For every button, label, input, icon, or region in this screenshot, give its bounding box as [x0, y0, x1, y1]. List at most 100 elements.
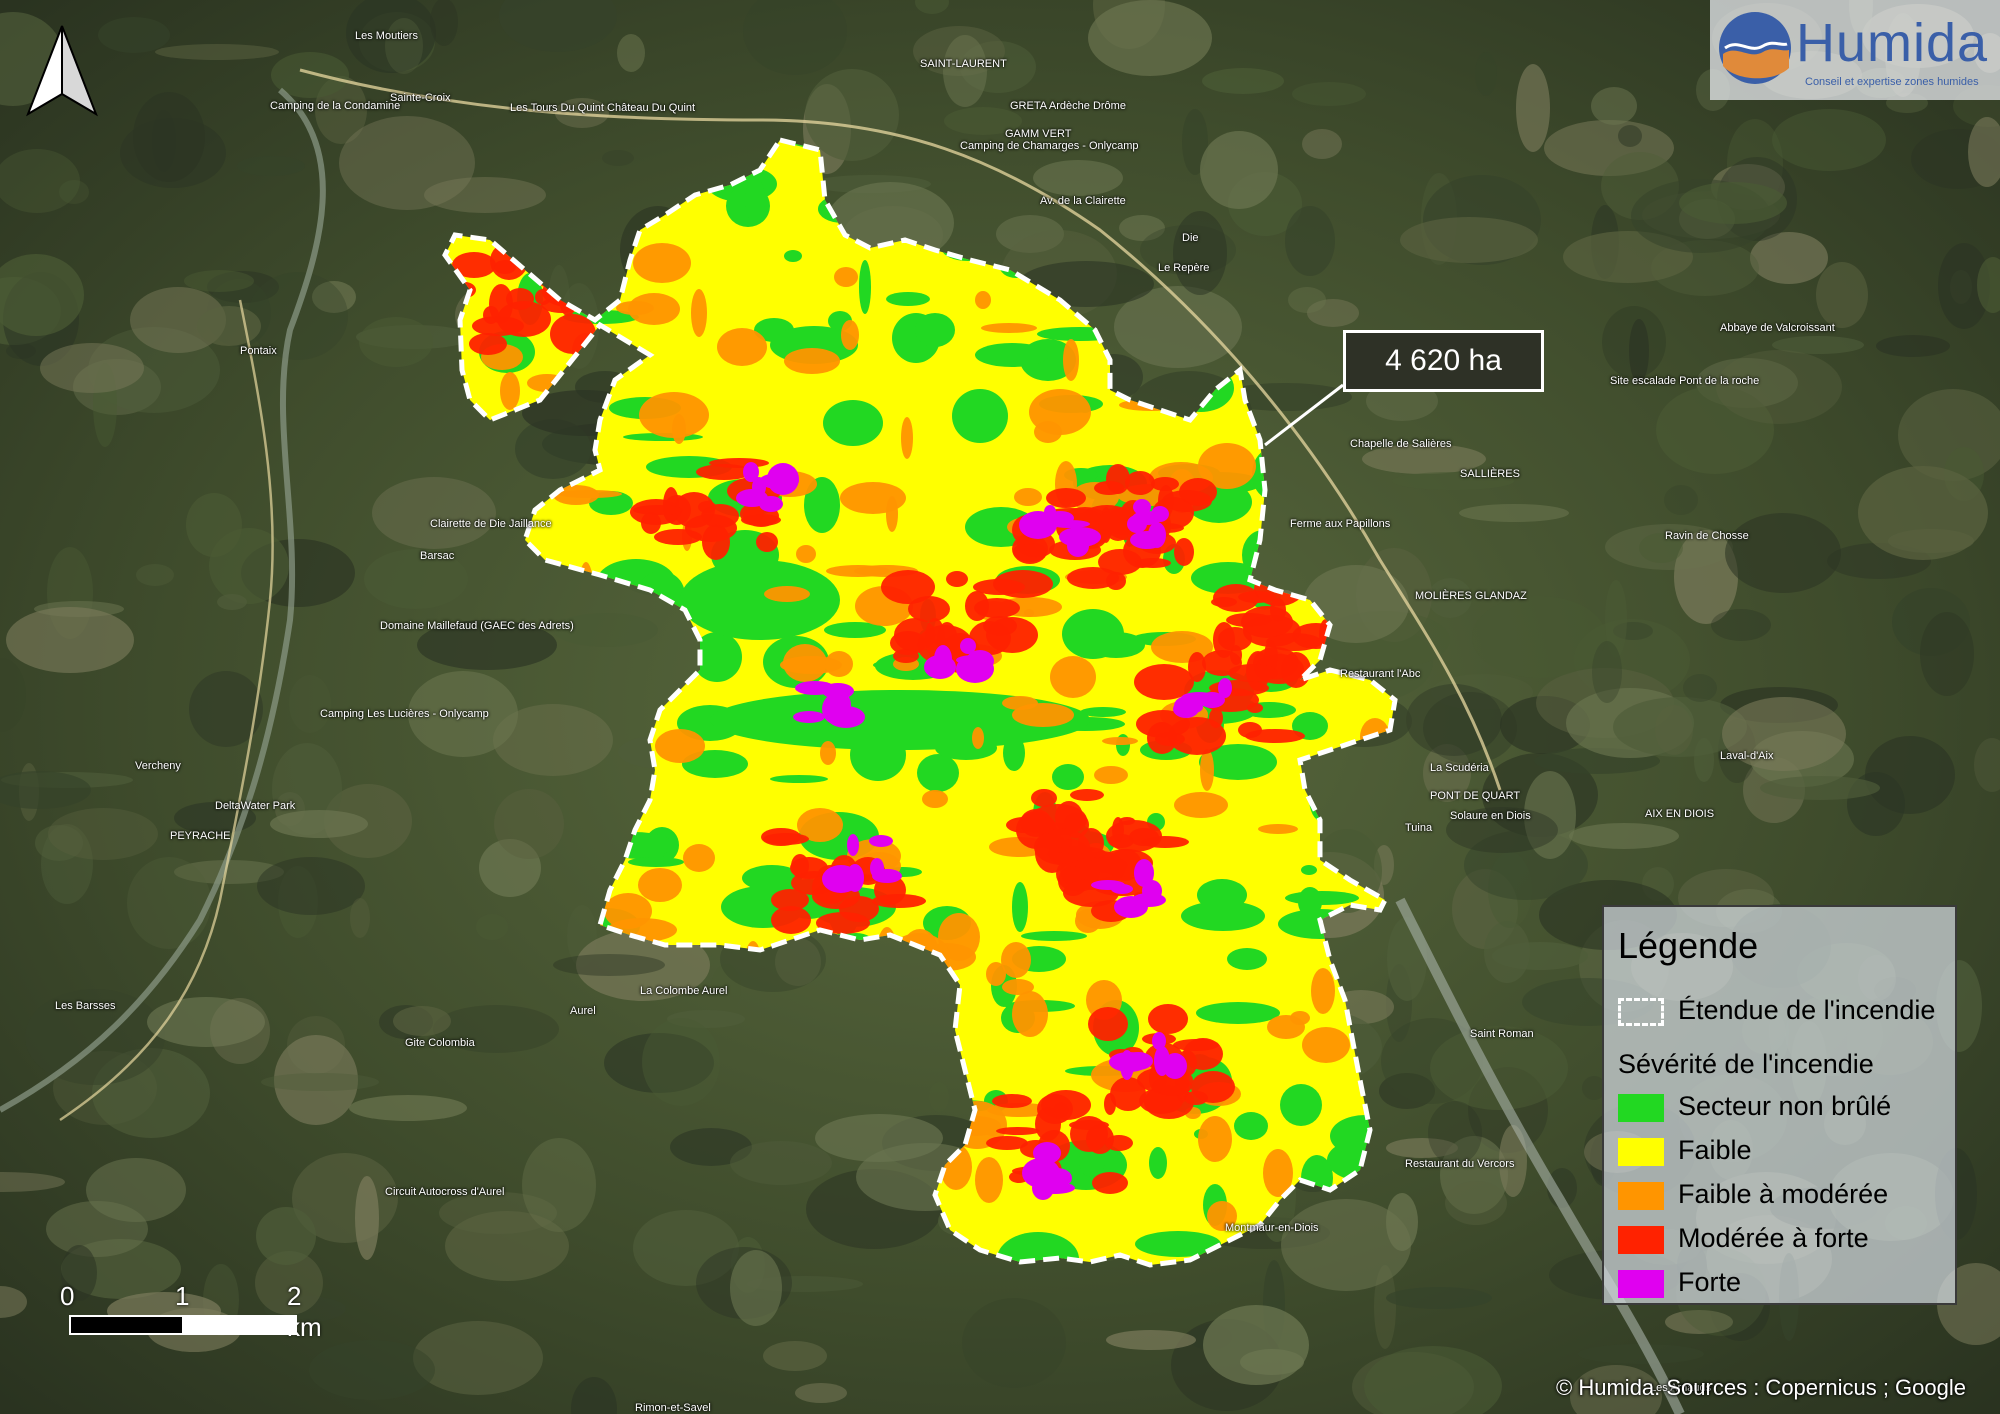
- severity-patch: [975, 343, 1049, 367]
- severity-patch: [1092, 1172, 1128, 1194]
- terrain-patch: [155, 44, 279, 60]
- place-label: Aurel: [570, 1005, 596, 1017]
- severity-patch: [691, 289, 707, 337]
- severity-patch: [1088, 1007, 1128, 1041]
- scale-segment-white: [182, 1315, 297, 1335]
- severity-patch: [764, 586, 810, 602]
- legend-swatch: [1618, 1225, 1664, 1254]
- terrain-patch: [1472, 596, 1606, 678]
- terrain-patch: [1386, 1287, 1492, 1309]
- severity-patch: [683, 844, 715, 872]
- severity-patch: [639, 392, 709, 438]
- legend-title: Légende: [1618, 925, 1759, 966]
- place-label: Les Moutiers: [355, 30, 418, 42]
- terrain-patch: [1772, 109, 1886, 171]
- terrain-patch: [430, 0, 458, 46]
- terrain-patch: [1920, 612, 1974, 696]
- terrain-patch: [133, 92, 205, 182]
- severity-patch: [1151, 477, 1179, 491]
- severity-patch: [952, 389, 1008, 443]
- severity-patch: [1154, 1046, 1170, 1076]
- severity-patch: [1198, 1116, 1232, 1162]
- place-label: Chapelle de Salières: [1350, 438, 1452, 450]
- severity-patch: [915, 313, 955, 347]
- severity-patch: [869, 835, 893, 847]
- severity-patch: [917, 754, 959, 792]
- severity-patch: [1046, 488, 1086, 508]
- severity-patch: [1102, 737, 1138, 745]
- terrain-patch: [217, 594, 247, 610]
- severity-patch: [628, 857, 684, 867]
- logo-tagline: Conseil et expertise zones humides: [1805, 76, 1979, 88]
- terrain-patch: [98, 17, 170, 53]
- severity-patch: [1290, 1011, 1310, 1025]
- severity-patch: [1173, 700, 1199, 718]
- terrain-patch: [261, 1073, 379, 1091]
- terrain-patch: [1876, 335, 1950, 357]
- legend-severity-title: Sévérité de l'incendie: [1618, 1049, 1874, 1079]
- terrain-patch: [730, 1141, 832, 1185]
- severity-patch: [1104, 1093, 1116, 1115]
- severity-patch: [1014, 488, 1042, 506]
- severity-patch: [966, 650, 994, 672]
- terrain-patch: [1569, 823, 1679, 849]
- place-label: Ferme aux Papillons: [1290, 518, 1391, 530]
- severity-patch: [1258, 824, 1298, 834]
- severity-patch: [1133, 499, 1151, 515]
- severity-patch: [685, 514, 737, 542]
- terrain-patch: [1202, 68, 1284, 94]
- place-label: Restaurant l'Abc: [1340, 668, 1421, 680]
- severity-patch: [497, 301, 551, 337]
- terrain-patch: [617, 34, 645, 72]
- place-label: Rimon-et-Savel: [635, 1402, 711, 1414]
- legend-item-label: Secteur non brûlé: [1678, 1091, 1892, 1121]
- place-label: Abbaye de Valcroissant: [1720, 322, 1835, 334]
- severity-patch: [1302, 1027, 1350, 1063]
- severity-patch: [698, 501, 716, 513]
- burned-area-label: 4 620 ha: [1343, 330, 1544, 392]
- severity-patch: [717, 328, 767, 366]
- terrain-patch: [1664, 485, 1698, 515]
- place-label: SAINT-LAURENT: [920, 58, 1007, 70]
- map-legend: Légende Étendue de l'incendie Sévérité d…: [1602, 905, 1957, 1305]
- severity-patch: [1062, 609, 1124, 659]
- terrain-patch: [424, 177, 546, 213]
- severity-patch: [756, 532, 778, 552]
- humida-logo: Humida Conseil et expertise zones humide…: [1710, 0, 2000, 100]
- severity-patch: [840, 482, 906, 514]
- terrain-patch: [1033, 160, 1123, 196]
- terrain-patch: [1200, 131, 1278, 209]
- severity-patch: [975, 1157, 1003, 1203]
- place-label: La Scudéria: [1430, 762, 1489, 774]
- terrain-patch: [476, 914, 508, 940]
- terrain-patch: [289, 675, 331, 733]
- severity-patch: [469, 333, 507, 355]
- severity-patch: [1094, 481, 1124, 495]
- severity-patch: [1070, 1116, 1108, 1152]
- terrain-patch: [136, 564, 174, 586]
- severity-patch: [500, 372, 520, 410]
- severity-patch: [974, 598, 1020, 618]
- terrain-patch: [1592, 641, 1622, 703]
- terrain-patch: [1711, 609, 1771, 641]
- severity-patch: [1070, 789, 1104, 801]
- terrain-patch: [1725, 513, 1841, 593]
- legend-item-unburned: Secteur non brûlé: [1618, 1089, 1891, 1123]
- severity-patch: [1174, 538, 1194, 566]
- severity-patch: [886, 292, 930, 306]
- terrain-patch: [413, 1321, 543, 1395]
- severity-patch: [633, 243, 691, 283]
- severity-patch: [1120, 1050, 1134, 1080]
- terrain-patch: [210, 998, 270, 1064]
- place-label: Saint Roman: [1470, 1028, 1534, 1040]
- terrain-patch: [1406, 684, 1502, 756]
- terrain-patch: [186, 493, 242, 557]
- severity-patch: [1038, 1176, 1058, 1190]
- severity-patch: [1311, 968, 1335, 1014]
- severity-patch: [992, 1094, 1032, 1108]
- severity-patch: [1001, 942, 1031, 978]
- severity-patch: [1218, 678, 1232, 698]
- severity-patch: [823, 400, 883, 446]
- severity-patch: [1024, 609, 1034, 617]
- terrain-patch: [1459, 504, 1569, 522]
